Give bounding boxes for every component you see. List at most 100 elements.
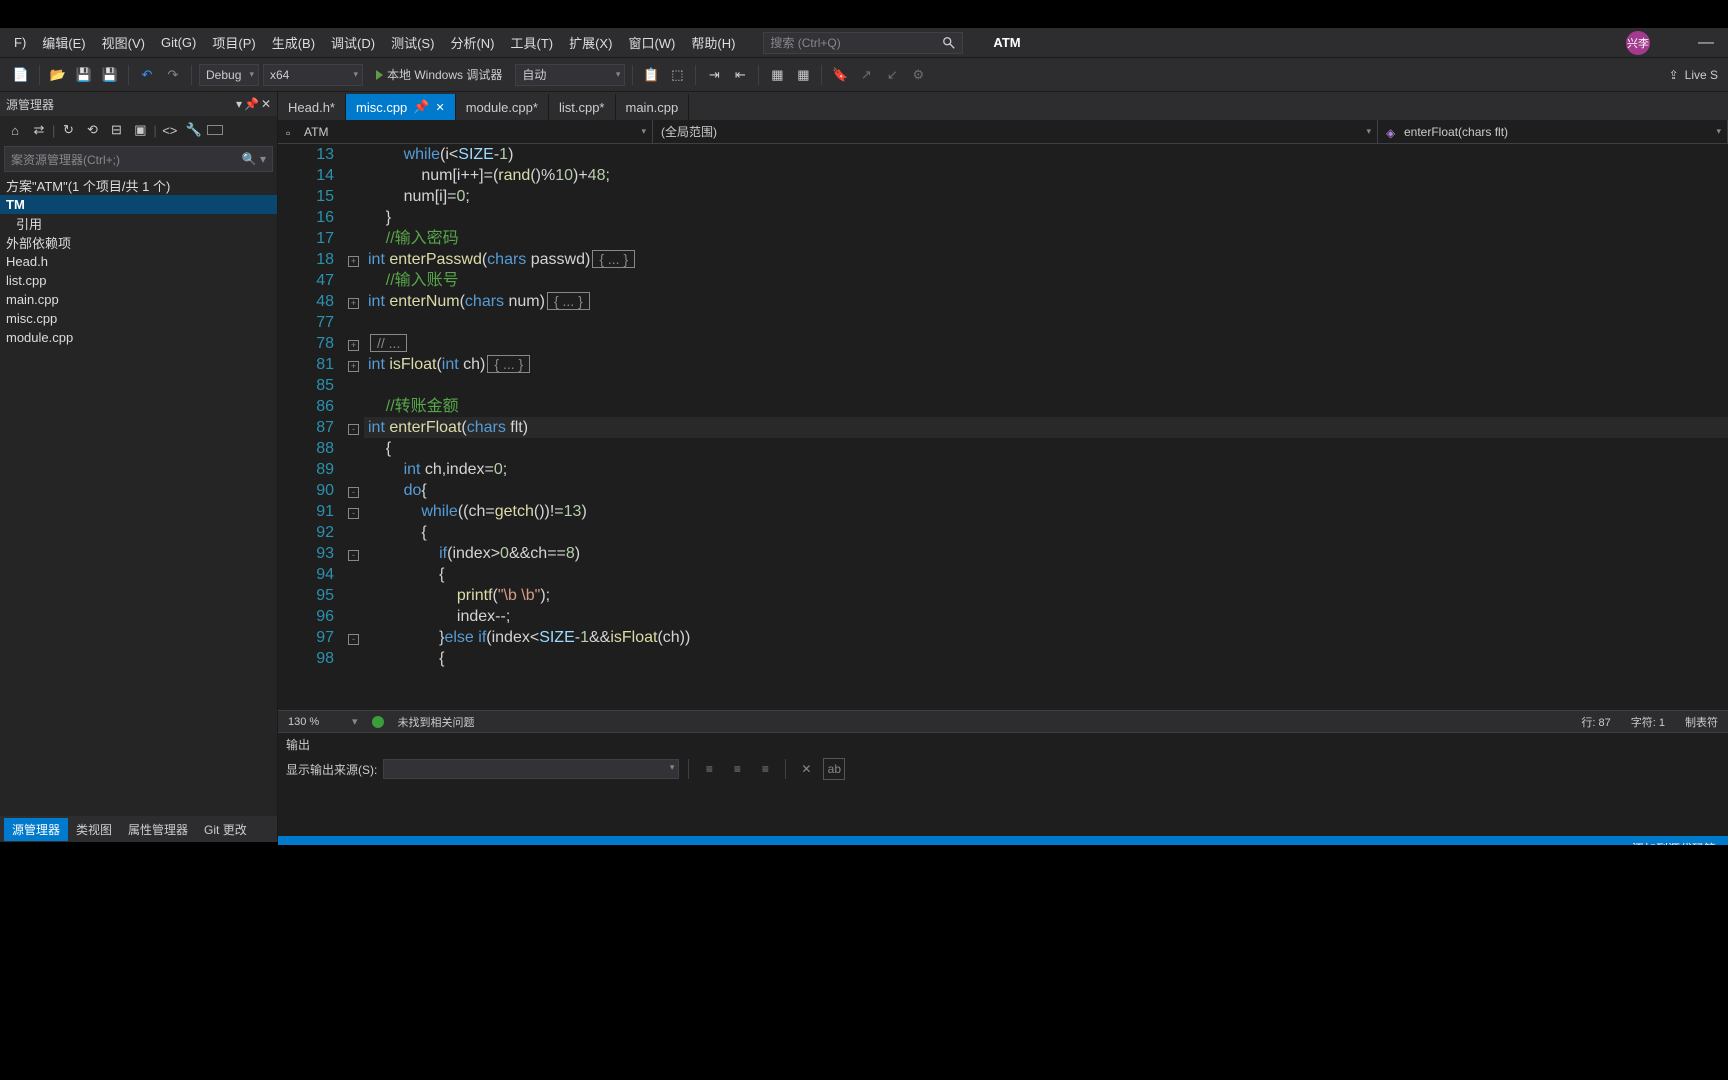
nav-project-dropdown[interactable]: ▫ATM (278, 120, 653, 143)
output-button[interactable]: ≡ (698, 758, 720, 780)
tab-class-view[interactable]: 类视图 (68, 818, 120, 841)
toolbar-button[interactable]: ⚙ (907, 64, 929, 86)
output-button[interactable]: ≡ (754, 758, 776, 780)
comment-icon[interactable]: ▦ (766, 64, 788, 86)
tree-file-misc-cpp[interactable]: misc.cpp (0, 309, 277, 328)
output-button[interactable]: ≡ (726, 758, 748, 780)
code-line[interactable]: while((ch=getch())!=13) (364, 501, 1728, 522)
refresh-icon[interactable]: ↻ (57, 119, 79, 141)
indent-icon[interactable]: ⇥ (703, 64, 725, 86)
tree-external-deps-node[interactable]: 外部依赖项 (0, 233, 277, 252)
window-minimize-icon[interactable]: — (1690, 34, 1722, 52)
code-line[interactable]: }else if(index<SIZE-1&&isFloat(ch)) (364, 627, 1728, 648)
auto-dropdown[interactable]: 自动 (515, 64, 625, 86)
code-line[interactable]: int isFloat(int ch){ ... } (364, 354, 1728, 375)
menu-analyze[interactable]: 分析(N) (442, 29, 502, 56)
tab-git-changes[interactable]: Git 更改 (196, 818, 255, 841)
code-icon[interactable]: <> (159, 119, 181, 141)
collapsed-region[interactable]: // ... (370, 334, 407, 352)
dropdown-icon[interactable]: ▾ (236, 97, 242, 111)
collapsed-region[interactable]: { ... } (547, 292, 590, 310)
code-line[interactable]: int enterFloat(chars flt) (364, 417, 1728, 438)
collapsed-region[interactable]: { ... } (487, 355, 530, 373)
tree-file-module-cpp[interactable]: module.cpp (0, 328, 277, 347)
tab-solution-explorer[interactable]: 源管理器 (4, 818, 68, 841)
toolbar-button[interactable]: ↙ (881, 64, 903, 86)
code-line[interactable]: //输入密码 (364, 228, 1728, 249)
code-line[interactable]: //转账金额 (364, 396, 1728, 417)
toolbar-button[interactable]: ⬚ (666, 64, 688, 86)
toolbar-button[interactable]: 📋 (640, 64, 662, 86)
code-line[interactable]: { (364, 522, 1728, 543)
user-avatar[interactable]: 兴李 (1626, 31, 1650, 55)
fold-collapse-icon[interactable]: - (348, 487, 359, 498)
code-line[interactable]: index--; (364, 606, 1728, 627)
bookmark-icon[interactable]: 🔖 (829, 64, 851, 86)
pin-icon[interactable]: 📌 (413, 99, 429, 115)
menu-build[interactable]: 生成(B) (264, 29, 323, 56)
home-icon[interactable]: ⌂ (4, 119, 26, 141)
outdent-icon[interactable]: ⇤ (729, 64, 751, 86)
redo-icon[interactable]: ↷ (162, 64, 184, 86)
switch-view-icon[interactable]: ⇄ (28, 119, 50, 141)
tab-misc-cpp[interactable]: misc.cpp📌✕ (346, 94, 456, 120)
collapsed-region[interactable]: { ... } (592, 250, 635, 268)
tab-property-manager[interactable]: 属性管理器 (120, 818, 196, 841)
toolbar-button[interactable]: ↗ (855, 64, 877, 86)
code-line[interactable]: int enterNum(chars num){ ... } (364, 291, 1728, 312)
nav-scope-dropdown[interactable]: (全局范围) (653, 120, 1378, 143)
code-line[interactable] (364, 312, 1728, 333)
menu-extensions[interactable]: 扩展(X) (561, 29, 620, 56)
menu-edit[interactable]: 编辑(E) (34, 29, 93, 56)
tree-file-list-cpp[interactable]: list.cpp (0, 271, 277, 290)
code-line[interactable]: int enterPasswd(chars passwd){ ... } (364, 249, 1728, 270)
menu-test[interactable]: 测试(S) (383, 29, 442, 56)
fold-collapse-icon[interactable]: - (348, 508, 359, 519)
menu-help[interactable]: 帮助(H) (683, 29, 743, 56)
code-line[interactable]: // ... (364, 333, 1728, 354)
pin-icon[interactable]: 📌 (244, 97, 259, 111)
menu-git[interactable]: Git(G) (153, 31, 204, 54)
fold-expand-icon[interactable]: + (348, 340, 359, 351)
line-icon[interactable] (207, 125, 223, 135)
tree-solution-node[interactable]: 方案"ATM"(1 个项目/共 1 个) (0, 176, 277, 195)
fold-collapse-icon[interactable]: - (348, 550, 359, 561)
undo-icon[interactable]: ↶ (136, 64, 158, 86)
code-line[interactable]: printf("\b \b"); (364, 585, 1728, 606)
code-line[interactable]: while(i<SIZE-1) (364, 144, 1728, 165)
code-line[interactable]: if(index>0&&ch==8) (364, 543, 1728, 564)
platform-dropdown[interactable]: x64 (263, 64, 363, 86)
tree-file-main-cpp[interactable]: main.cpp (0, 290, 277, 309)
code-line[interactable]: num[i++]=(rand()%10)+48; (364, 165, 1728, 186)
sync-icon[interactable]: ⟲ (81, 119, 103, 141)
open-icon[interactable]: 📂 (47, 64, 69, 86)
tree-file-head-h[interactable]: Head.h (0, 252, 277, 271)
show-all-icon[interactable]: ▣ (129, 119, 151, 141)
fold-expand-icon[interactable]: + (348, 361, 359, 372)
fold-collapse-icon[interactable]: - (348, 634, 359, 645)
tree-references-node[interactable]: 引用 (0, 214, 277, 233)
menu-window[interactable]: 窗口(W) (620, 29, 683, 56)
tab-list-cpp[interactable]: list.cpp* (549, 94, 616, 120)
code-line[interactable]: { (364, 648, 1728, 669)
fold-collapse-icon[interactable]: - (348, 424, 359, 435)
output-clear-button[interactable]: ✕ (795, 758, 817, 780)
menu-debug[interactable]: 调试(D) (323, 29, 383, 56)
code-line[interactable]: num[i]=0; (364, 186, 1728, 207)
tab-module-cpp[interactable]: module.cpp* (456, 94, 549, 120)
output-source-dropdown[interactable] (383, 759, 679, 779)
close-icon[interactable]: ✕ (261, 97, 271, 111)
close-icon[interactable]: ✕ (435, 101, 444, 114)
tab-main-cpp[interactable]: main.cpp (616, 94, 690, 120)
start-debug-button[interactable]: 本地 Windows 调试器 (367, 64, 511, 86)
save-all-icon[interactable]: 💾 (99, 64, 121, 86)
menu-tools[interactable]: 工具(T) (502, 29, 561, 56)
code-line[interactable] (364, 375, 1728, 396)
output-wrap-button[interactable]: ab (823, 758, 845, 780)
code-line[interactable]: int ch,index=0; (364, 459, 1728, 480)
fold-expand-icon[interactable]: + (348, 298, 359, 309)
fold-expand-icon[interactable]: + (348, 256, 359, 267)
nav-member-dropdown[interactable]: ◈enterFloat(chars flt) (1378, 120, 1728, 143)
zoom-level[interactable]: 130 % (288, 716, 338, 728)
live-share-button[interactable]: ⇪ Live S (1669, 68, 1718, 82)
